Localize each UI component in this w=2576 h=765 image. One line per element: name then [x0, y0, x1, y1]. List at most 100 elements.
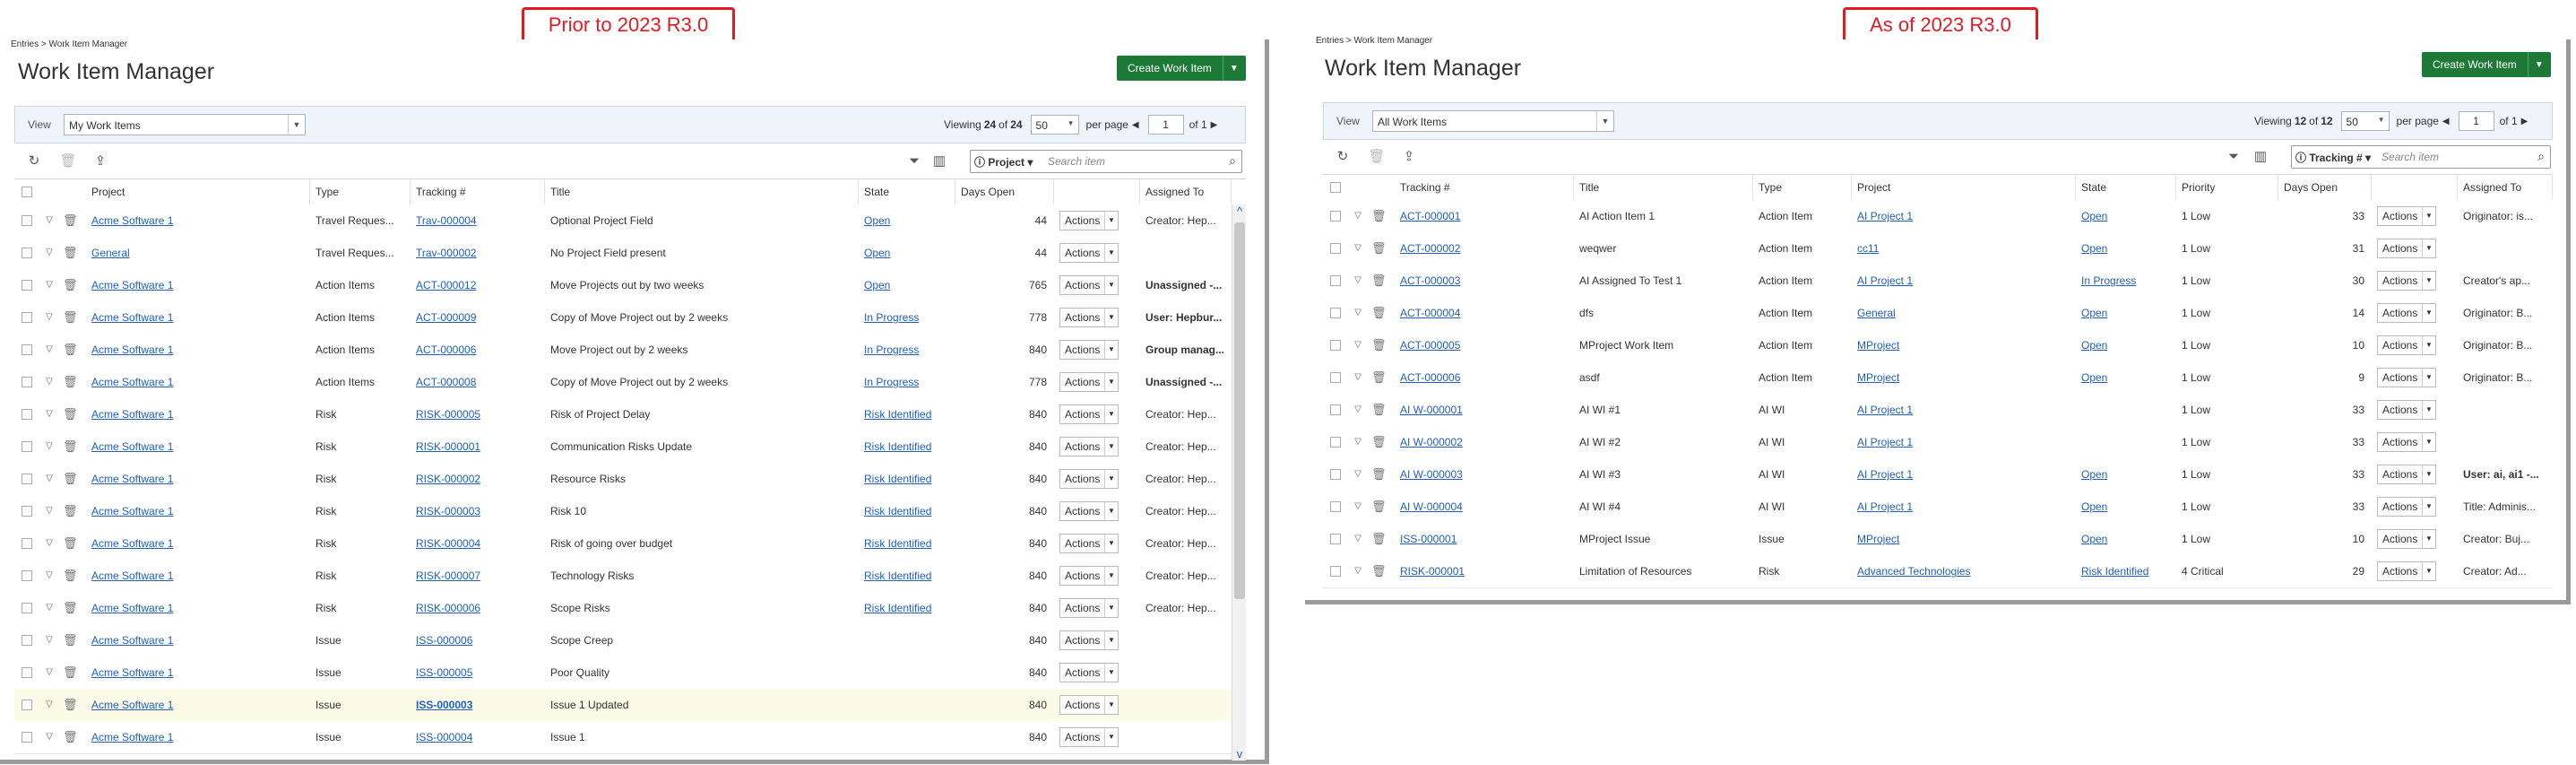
tracking-link[interactable]: RISK-000001 [1395, 555, 1574, 587]
col-title[interactable]: Title [545, 179, 859, 204]
trash-icon[interactable]: 🗑 [63, 495, 78, 527]
project-link[interactable]: AI Project 1 [1852, 426, 2076, 458]
row-checkbox[interactable] [1330, 501, 1341, 512]
project-link[interactable]: Acme Software 1 [86, 689, 310, 721]
search-filter[interactable]: ⓘ Tracking # ▾ [2295, 150, 2371, 165]
actions-dropdown[interactable]: Actions ▼ [1059, 404, 1119, 424]
table-row[interactable]: ▽ 🗑 AI W-000004 AI WI #4 AI WI AI Project 1 Op… [1323, 491, 2553, 524]
row-checkbox[interactable] [22, 474, 32, 484]
trash-icon[interactable]: 🗑 [1371, 555, 1387, 587]
trash-icon[interactable]: 🗑 [1371, 491, 1387, 523]
expand-chevron-icon[interactable]: ▽ [1352, 297, 1364, 329]
prev-page-icon[interactable]: ◀ [2442, 117, 2450, 126]
row-checkbox[interactable] [1330, 372, 1341, 383]
project-link[interactable]: Acme Software 1 [86, 560, 310, 592]
table-row[interactable]: ▽ 🗑 Acme Software 1 Risk RISK-000002 Resource… [14, 463, 1232, 496]
expand-chevron-icon[interactable]: ▽ [1352, 426, 1364, 458]
actions-dropdown[interactable]: Actions ▼ [1059, 340, 1119, 360]
tracking-link[interactable]: ACT-000012 [411, 269, 545, 301]
chevron-down-icon[interactable]: ▼ [1223, 64, 1245, 74]
actions-dropdown[interactable]: Actions ▼ [1059, 598, 1119, 618]
breadcrumb[interactable]: Entries > Work Item Manager [11, 39, 127, 49]
trash-icon[interactable]: 🗑 [63, 689, 78, 721]
col-tracking[interactable]: Tracking # [411, 179, 545, 204]
trash-icon[interactable]: 🗑 [63, 366, 78, 398]
trash-icon[interactable]: 🗑 [63, 624, 78, 656]
tracking-link[interactable]: ACT-000003 [1395, 265, 1574, 297]
row-checkbox[interactable] [1330, 308, 1341, 318]
create-work-item-button[interactable]: Create Work Item ▼ [1117, 56, 1246, 81]
table-row[interactable]: ▽ 🗑 Acme Software 1 Travel Reques... Trav-00… [14, 204, 1232, 238]
page-input[interactable]: 1 [1147, 115, 1184, 135]
actions-dropdown[interactable]: Actions ▼ [2377, 432, 2436, 452]
table-row[interactable]: ▽ 🗑 ISS-000001 MProject Issue Issue MProject O… [1323, 523, 2553, 556]
trash-icon[interactable]: 🗑 [1371, 426, 1387, 458]
trash-icon[interactable]: 🗑 [63, 398, 78, 430]
table-row[interactable]: ▽ 🗑 AI W-000002 AI WI #2 AI WI AI Project 1 1 … [1323, 426, 2553, 459]
col-days-open[interactable]: Days Open [955, 179, 1054, 204]
trash-icon[interactable]: 🗑 [63, 430, 78, 463]
tracking-link[interactable]: RISK-000002 [411, 463, 545, 495]
actions-dropdown[interactable]: Actions ▼ [1059, 275, 1119, 295]
row-checkbox[interactable] [22, 667, 32, 678]
project-link[interactable]: AI Project 1 [1852, 265, 2076, 297]
project-link[interactable]: Acme Software 1 [86, 527, 310, 560]
select-all-checkbox[interactable] [22, 187, 32, 197]
tracking-link[interactable]: AI W-000001 [1395, 394, 1574, 426]
trash-icon[interactable]: 🗑 [63, 721, 78, 753]
actions-dropdown[interactable]: Actions ▼ [2377, 303, 2436, 323]
row-checkbox[interactable] [1330, 534, 1341, 544]
project-link[interactable]: cc11 [1852, 232, 2076, 265]
project-link[interactable]: Acme Software 1 [86, 366, 310, 398]
scrollbar-thumb[interactable] [1234, 222, 1245, 599]
scroll-down-icon[interactable]: v [1232, 747, 1246, 761]
project-link[interactable]: AI Project 1 [1852, 458, 2076, 491]
export-icon[interactable]: ⇪ [91, 152, 109, 170]
actions-dropdown[interactable]: Actions ▼ [1059, 437, 1119, 456]
expand-chevron-icon[interactable]: ▽ [1352, 491, 1364, 523]
scroll-up-icon[interactable]: ^ [1232, 204, 1246, 218]
expand-chevron-icon[interactable]: ▽ [43, 398, 56, 430]
tracking-link[interactable]: RISK-000007 [411, 560, 545, 592]
trash-icon[interactable]: 🗑 [1368, 148, 1386, 166]
search-filter[interactable]: ⓘ Project ▾ [974, 154, 1033, 170]
actions-dropdown[interactable]: Actions ▼ [1059, 501, 1119, 521]
expand-chevron-icon[interactable]: ▽ [43, 560, 56, 592]
tracking-link[interactable]: ACT-000006 [411, 334, 545, 366]
columns-icon[interactable]: ▥ [930, 152, 948, 170]
tracking-link[interactable]: RISK-000001 [411, 430, 545, 463]
state-link[interactable]: Open [2076, 297, 2176, 329]
project-link[interactable]: MProject [1852, 361, 2076, 394]
actions-dropdown[interactable]: Actions ▼ [2377, 271, 2436, 291]
expand-chevron-icon[interactable]: ▽ [1352, 232, 1364, 265]
actions-dropdown[interactable]: Actions ▼ [1059, 727, 1119, 747]
col-priority[interactable]: Priority [2176, 175, 2278, 200]
state-link[interactable]: Risk Identified [859, 592, 955, 624]
expand-chevron-icon[interactable]: ▽ [43, 204, 56, 237]
expand-chevron-icon[interactable]: ▽ [43, 592, 56, 624]
table-row[interactable]: ▽ 🗑 Acme Software 1 Risk RISK-000003 Risk 10 R… [14, 495, 1232, 528]
expand-chevron-icon[interactable]: ▽ [43, 656, 56, 689]
table-row[interactable]: ▽ 🗑 Acme Software 1 Action Items ACT-000009 C… [14, 301, 1232, 335]
state-link[interactable]: Risk Identified [859, 560, 955, 592]
project-link[interactable]: Acme Software 1 [86, 334, 310, 366]
expand-chevron-icon[interactable]: ▽ [1352, 555, 1364, 587]
expand-chevron-icon[interactable]: ▽ [43, 301, 56, 334]
expand-chevron-icon[interactable]: ▽ [43, 495, 56, 527]
expand-chevron-icon[interactable]: ▽ [43, 334, 56, 366]
actions-dropdown[interactable]: Actions ▼ [1059, 308, 1119, 327]
actions-dropdown[interactable]: Actions ▼ [1059, 534, 1119, 553]
table-row[interactable]: ▽ 🗑 Acme Software 1 Action Items ACT-000008 C… [14, 366, 1232, 399]
trash-icon[interactable]: 🗑 [1371, 200, 1387, 232]
table-row[interactable]: ▽ 🗑 ACT-000004 dfs Action Item General Open 1 L… [1323, 297, 2553, 330]
tracking-link[interactable]: RISK-000004 [411, 527, 545, 560]
row-checkbox[interactable] [22, 441, 32, 452]
table-row[interactable]: ▽ 🗑 Acme Software 1 Risk RISK-000007 Technolo… [14, 560, 1232, 593]
table-row[interactable]: ▽ 🗑 AI W-000001 AI WI #1 AI WI AI Project 1 1 … [1323, 394, 2553, 427]
project-link[interactable]: Advanced Technologies [1852, 555, 2076, 587]
row-checkbox[interactable] [22, 635, 32, 646]
table-row[interactable]: ▽ 🗑 Acme Software 1 Risk RISK-000001 Communic… [14, 430, 1232, 464]
project-link[interactable]: Acme Software 1 [86, 398, 310, 430]
table-row[interactable]: ▽ 🗑 RISK-000001 Limitation of Resources Risk… [1323, 555, 2553, 588]
trash-icon[interactable]: 🗑 [1371, 523, 1387, 555]
